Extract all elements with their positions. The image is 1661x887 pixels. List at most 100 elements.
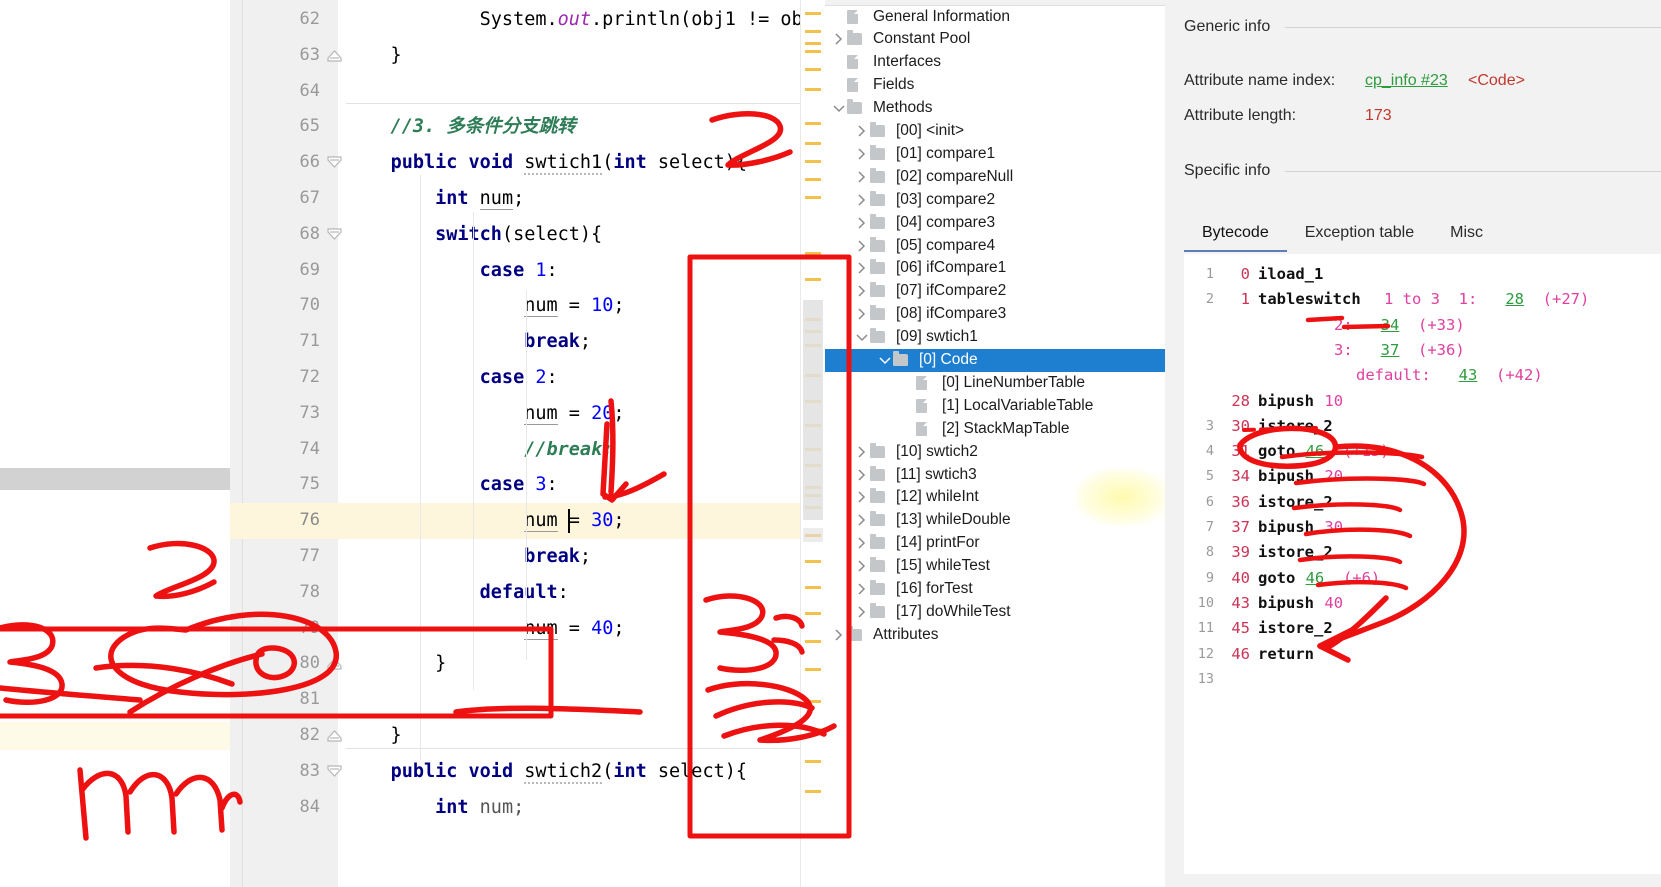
tree-node[interactable]: [15] whileTest — [825, 555, 1165, 578]
chevron-right-icon[interactable] — [853, 280, 870, 303]
bytecode-listing[interactable]: 1 0 iload_1 2 1 tableswitch 1 to 3 1: 28 (+27)… — [1184, 254, 1661, 874]
editor-error-stripe[interactable] — [800, 0, 826, 887]
bytecode-row[interactable]: 2: 34 (+33) — [1184, 313, 1661, 338]
tree-node[interactable]: Methods — [825, 97, 1165, 120]
chevron-right-icon[interactable] — [830, 28, 847, 51]
tree-node[interactable]: Constant Pool — [825, 28, 1165, 51]
code-line[interactable]: 62 System.out.println(obj1 != ob — [230, 2, 820, 38]
error-stripe-tick[interactable] — [805, 122, 821, 125]
code-line[interactable]: 68 switch(select){ — [230, 217, 820, 253]
attribute-name-index-link[interactable]: cp_info #23 — [1365, 72, 1448, 90]
error-stripe-tick[interactable] — [805, 586, 821, 589]
code-line[interactable]: 71 break; — [230, 324, 820, 360]
code-line[interactable]: 65 //3. 多条件分支跳转 — [230, 109, 820, 145]
chevron-right-icon[interactable] — [853, 234, 870, 257]
fold-marker[interactable] — [326, 47, 344, 65]
bytecode-row[interactable]: 9 40 goto 46 (+6) — [1184, 566, 1661, 591]
error-stripe-tick[interactable] — [805, 560, 821, 563]
error-stripe-tick[interactable] — [805, 88, 821, 91]
tab-exception-table[interactable]: Exception table — [1287, 218, 1432, 252]
error-stripe-tick[interactable] — [805, 50, 821, 53]
code-line[interactable]: 67 int num; — [230, 181, 820, 217]
tree-node[interactable]: [04] compare3 — [825, 211, 1165, 234]
tree-node[interactable]: [00] <init> — [825, 120, 1165, 143]
error-stripe-tick[interactable] — [805, 278, 821, 281]
code-line[interactable]: 77 break; — [230, 539, 820, 575]
tree-node[interactable]: [17] doWhileTest — [825, 600, 1165, 623]
chevron-right-icon[interactable] — [853, 188, 870, 211]
tree-node[interactable]: Attributes — [825, 623, 1165, 646]
code-line[interactable]: 81 — [230, 682, 820, 718]
chevron-right-icon[interactable] — [853, 532, 870, 555]
bytecode-row[interactable]: 5 34 bipush 20 — [1184, 464, 1661, 489]
bytecode-row[interactable]: 1 0 iload_1 — [1184, 262, 1661, 287]
code-lines-container[interactable]: 62 System.out.println(obj1 != ob 63 } 64 65… — [230, 0, 820, 887]
fold-expand-icon[interactable] — [326, 154, 344, 171]
bytecode-row[interactable]: 3: 37 (+36) — [1184, 338, 1661, 363]
editor-scrollbar-thumb-secondary[interactable] — [803, 528, 823, 542]
code-line[interactable]: 80 } — [230, 646, 820, 682]
chevron-right-icon[interactable] — [853, 509, 870, 532]
detail-tab-bar[interactable]: Bytecode Exception table Misc — [1184, 218, 1501, 252]
error-stripe-tick[interactable] — [805, 68, 821, 71]
error-stripe-tick[interactable] — [805, 612, 821, 615]
tree-node[interactable]: [0] LineNumberTable — [825, 371, 1165, 394]
error-stripe-tick[interactable] — [805, 30, 821, 33]
code-line[interactable]: 84 int num; — [230, 790, 820, 826]
fold-expand-icon[interactable] — [326, 763, 344, 780]
code-line[interactable]: 74 //break; — [230, 432, 820, 468]
tree-node[interactable]: [09] swtich1 — [825, 326, 1165, 349]
tree-node[interactable]: [01] compare1 — [825, 142, 1165, 165]
tree-node[interactable]: Interfaces — [825, 51, 1165, 74]
tree-node[interactable]: Fields — [825, 74, 1165, 97]
tree-node[interactable]: [06] ifCompare1 — [825, 257, 1165, 280]
chevron-down-icon[interactable] — [830, 97, 847, 120]
bytecode-row[interactable]: 6 36 istore_2 — [1184, 490, 1661, 515]
code-line[interactable]: 73 num = 20; — [230, 396, 820, 432]
bytecode-row[interactable]: 3 30 istore_2 — [1184, 414, 1661, 439]
fold-marker[interactable] — [326, 154, 344, 172]
error-stripe-tick[interactable] — [805, 160, 821, 163]
error-stripe-tick[interactable] — [805, 640, 821, 643]
code-line[interactable]: 63 } — [230, 38, 820, 74]
chevron-right-icon[interactable] — [853, 142, 870, 165]
error-stripe-tick[interactable] — [805, 42, 821, 45]
tree-node[interactable]: General Information — [825, 5, 1165, 28]
error-stripe-tick[interactable] — [805, 252, 821, 255]
error-stripe-tick[interactable] — [805, 728, 821, 731]
tree-node[interactable]: [03] compare2 — [825, 188, 1165, 211]
fold-marker[interactable] — [326, 727, 344, 745]
code-line[interactable]: 75 case 3: — [230, 467, 820, 503]
tree-node[interactable]: [02] compareNull — [825, 165, 1165, 188]
bytecode-row[interactable]: 28 bipush 10 — [1184, 389, 1661, 414]
chevron-right-icon[interactable] — [853, 440, 870, 463]
class-structure-tree[interactable]: General Information Constant Pool Interfac… — [825, 0, 1165, 887]
code-editor[interactable]: 62 System.out.println(obj1 != ob 63 } 64 65… — [230, 0, 820, 887]
editor-scrollbar-thumb[interactable] — [803, 300, 823, 520]
chevron-right-icon[interactable] — [853, 463, 870, 486]
tab-misc[interactable]: Misc — [1432, 218, 1501, 252]
tree-node[interactable]: [16] forTest — [825, 578, 1165, 601]
bytecode-row[interactable]: 8 39 istore_2 — [1184, 540, 1661, 565]
error-stripe-tick[interactable] — [805, 196, 821, 199]
tree-node[interactable]: [1] LocalVariableTable — [825, 394, 1165, 417]
error-stripe-tick[interactable] — [805, 12, 821, 15]
code-line[interactable]: 79 num = 40; — [230, 611, 820, 647]
code-line[interactable]: 69 case 1: — [230, 253, 820, 289]
tree-node[interactable]: [14] printFor — [825, 532, 1165, 555]
chevron-right-icon[interactable] — [853, 120, 870, 143]
chevron-right-icon[interactable] — [853, 578, 870, 601]
fold-collapse-icon[interactable] — [326, 47, 344, 64]
chevron-down-icon[interactable] — [853, 326, 870, 349]
error-stripe-tick[interactable] — [805, 668, 821, 671]
tree-node[interactable]: [10] swtich2 — [825, 440, 1165, 463]
error-stripe-tick[interactable] — [805, 760, 821, 763]
bytecode-row[interactable]: 12 46 return — [1184, 642, 1661, 667]
tab-bytecode[interactable]: Bytecode — [1184, 218, 1287, 252]
code-line[interactable]: 83 public void swtich2(int select){ — [230, 754, 820, 790]
code-line[interactable]: 72 case 2: — [230, 360, 820, 396]
tree-node[interactable]: [2] StackMapTable — [825, 417, 1165, 440]
error-stripe-tick[interactable] — [805, 700, 821, 703]
fold-marker[interactable] — [326, 763, 344, 781]
fold-marker[interactable] — [326, 226, 344, 244]
